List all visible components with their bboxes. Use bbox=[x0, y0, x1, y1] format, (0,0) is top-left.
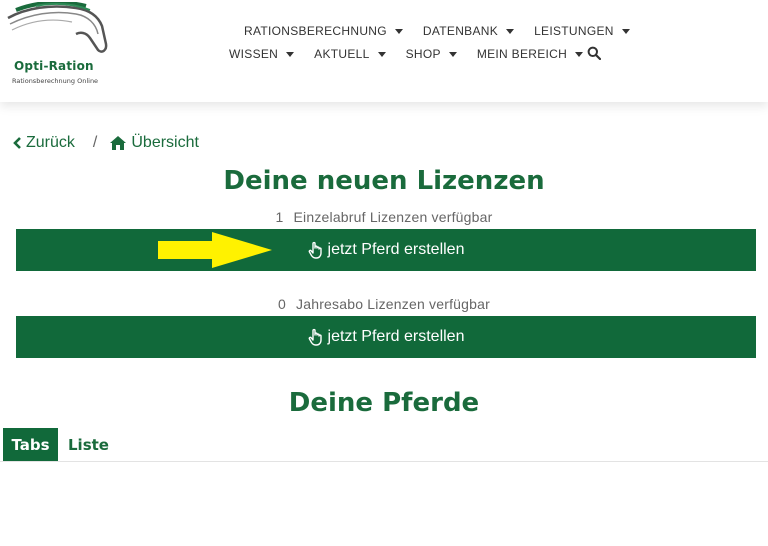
create-horse-button-label: jetzt Pferd erstellen bbox=[327, 241, 465, 258]
nav-item-label: RATIONSBERECHNUNG bbox=[244, 24, 387, 38]
annual-license-label: Jahresabo Lizenzen verfügbar bbox=[296, 296, 490, 312]
tab-tabs[interactable]: Tabs bbox=[3, 428, 58, 461]
nav-item-leistungen[interactable]: LEISTUNGEN bbox=[534, 24, 630, 38]
nav-item-label: WISSEN bbox=[229, 47, 279, 61]
hand-pointer-icon bbox=[308, 328, 324, 346]
create-horse-button-label: jetzt Pferd erstellen bbox=[327, 328, 465, 345]
yellow-arrow-annotation bbox=[158, 232, 272, 268]
back-link-label: Zurück bbox=[26, 134, 75, 151]
annual-license-status: 0 Jahresabo Lizenzen verfügbar bbox=[0, 296, 768, 312]
nav-item-label: MEIN BEREICH bbox=[476, 47, 568, 61]
horses-heading: Deine Pferde bbox=[288, 388, 480, 418]
logo[interactable]: Opti-Ration Rationsberechnung Online bbox=[4, 2, 114, 94]
annual-license-count: 0 bbox=[278, 296, 287, 312]
logo-name: Opti-Ration bbox=[14, 59, 94, 73]
breadcrumb: Zurück / Übersicht bbox=[12, 134, 199, 152]
overview-link[interactable]: Übersicht bbox=[109, 134, 199, 152]
search-icon[interactable] bbox=[587, 46, 601, 60]
breadcrumb-separator: / bbox=[92, 134, 98, 151]
overview-link-label: Übersicht bbox=[131, 134, 199, 151]
nav-item-wissen[interactable]: WISSEN bbox=[229, 47, 295, 61]
nav-item-shop[interactable]: SHOP bbox=[406, 47, 457, 61]
horses-tab-bar: Tabs Liste bbox=[0, 428, 768, 462]
nav-item-aktuell[interactable]: AKTUELL bbox=[314, 47, 386, 61]
main-nav-row-1: RATIONSBERECHNUNG DATENBANK LEISTUNGEN bbox=[244, 24, 650, 38]
nav-item-label: SHOP bbox=[405, 47, 441, 61]
chevron-down-icon bbox=[377, 51, 386, 57]
chevron-down-icon bbox=[575, 51, 584, 57]
chevron-down-icon bbox=[394, 28, 403, 34]
chevron-down-icon bbox=[448, 51, 457, 57]
chevron-down-icon bbox=[286, 51, 295, 57]
chevron-down-icon bbox=[506, 28, 515, 34]
nav-item-label: DATENBANK bbox=[422, 24, 499, 38]
site-header: Opti-Ration Rationsberechnung Online RAT… bbox=[0, 0, 768, 102]
create-horse-button-annual[interactable]: jetzt Pferd erstellen bbox=[16, 316, 756, 358]
arrow-shape bbox=[158, 232, 272, 268]
tab-liste[interactable]: Liste bbox=[68, 428, 109, 461]
nav-item-label: AKTUELL bbox=[314, 47, 370, 61]
horse-head-icon bbox=[7, 2, 108, 53]
nav-item-label: LEISTUNGEN bbox=[534, 24, 614, 38]
nav-item-datenbank[interactable]: DATENBANK bbox=[422, 24, 515, 38]
single-license-status: 1 Einzelabruf Lizenzen verfügbar bbox=[0, 209, 768, 225]
licenses-heading: Deine neuen Lizenzen bbox=[223, 166, 545, 196]
chevron-down-icon bbox=[621, 28, 630, 34]
nav-item-mein-bereich[interactable]: MEIN BEREICH bbox=[476, 47, 584, 61]
back-link[interactable]: Zurück bbox=[12, 134, 75, 152]
logo-tagline: Rationsberechnung Online bbox=[12, 77, 99, 85]
main-nav-row-2: WISSEN AKTUELL SHOP MEIN BEREICH bbox=[229, 47, 603, 61]
chevron-left-icon bbox=[13, 137, 21, 149]
hand-pointer-icon bbox=[308, 241, 324, 259]
home-icon bbox=[110, 136, 127, 150]
single-license-label: Einzelabruf Lizenzen verfügbar bbox=[293, 209, 493, 225]
single-license-count: 1 bbox=[275, 209, 284, 225]
create-horse-button-single[interactable]: jetzt Pferd erstellen bbox=[16, 229, 756, 271]
nav-item-rationsberechnung[interactable]: RATIONSBERECHNUNG bbox=[244, 24, 403, 38]
